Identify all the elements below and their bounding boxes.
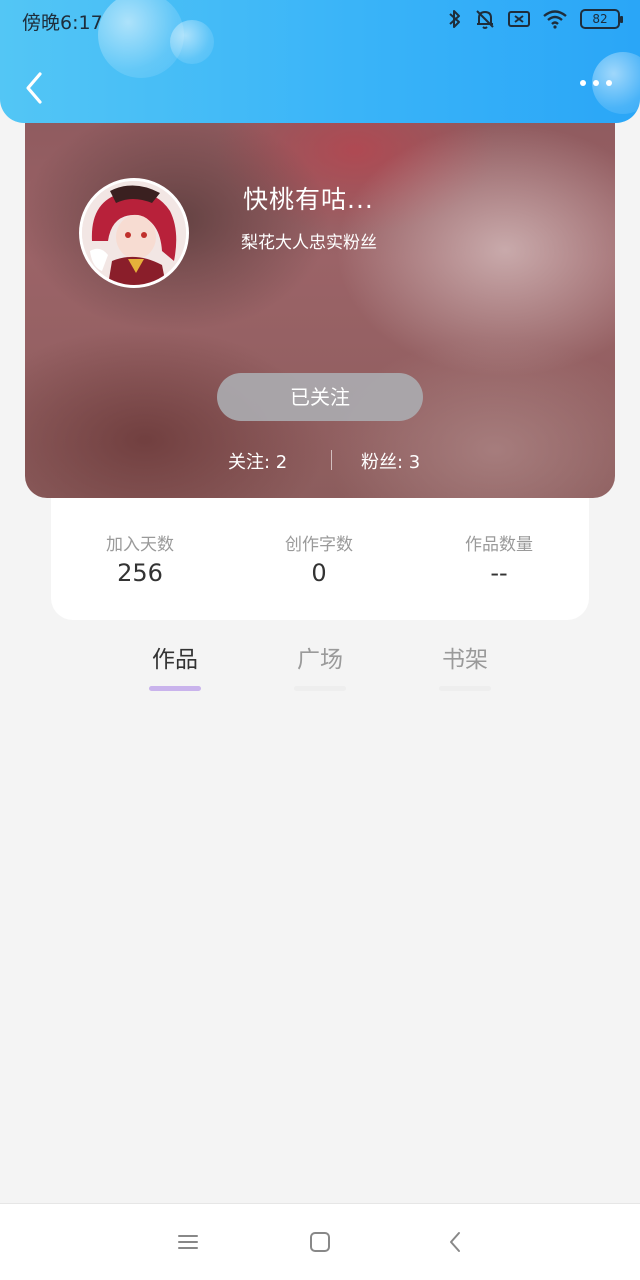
sim-off-icon: [508, 11, 530, 27]
app-header: 傍晚6:17 82: [0, 0, 640, 123]
signature: 梨花大人忠实粉丝: [241, 233, 377, 253]
stat-word-count: 创作字数 0: [244, 530, 394, 587]
more-dots-icon: [606, 80, 612, 86]
stat-label: 作品数量: [465, 535, 533, 555]
battery-level: 82: [592, 12, 608, 26]
stat-label: 加入天数: [106, 535, 174, 555]
wifi-icon: [543, 10, 567, 29]
stat-value: --: [490, 559, 508, 587]
more-button[interactable]: [580, 80, 612, 86]
system-nav-bar: [0, 1203, 640, 1280]
avatar[interactable]: [79, 178, 189, 288]
chevron-left-icon: [26, 72, 42, 104]
stat-value: 0: [311, 559, 327, 587]
tab-indicator: [294, 686, 346, 691]
status-time: 傍晚6:17: [22, 12, 103, 34]
tab-indicator: [439, 686, 491, 691]
status-bar: 傍晚6:17 82: [0, 0, 640, 40]
bluetooth-icon: [449, 10, 460, 28]
stat-label: 创作字数: [285, 535, 353, 555]
menu-icon: [178, 1235, 198, 1249]
back-chevron-icon: [450, 1232, 460, 1252]
stat-value: 256: [117, 559, 163, 587]
nickname: 快桃有咕...: [243, 185, 374, 214]
stats-card: 加入天数 256 创作字数 0 作品数量 --: [51, 498, 589, 620]
avatar-image: [82, 181, 186, 285]
status-icons: 82: [448, 8, 623, 30]
nav-back-button[interactable]: [444, 1230, 468, 1254]
nav-home-button[interactable]: [308, 1230, 332, 1254]
tab-indicator: [149, 686, 201, 691]
stat-works-count: 作品数量 --: [424, 530, 574, 587]
divider: [331, 450, 332, 470]
tab-square[interactable]: 广场: [275, 640, 365, 691]
followed-button[interactable]: 已关注: [217, 373, 423, 421]
home-square-icon: [310, 1232, 330, 1252]
follow-stats: 关注: 2 粉丝: 3: [25, 448, 615, 474]
tab-bookshelf[interactable]: 书架: [420, 640, 510, 691]
bell-muted-icon: [476, 10, 494, 29]
back-button[interactable]: [22, 70, 48, 106]
more-dots-icon: [593, 80, 599, 86]
tab-label: 书架: [442, 647, 488, 673]
tab-label: 作品: [152, 647, 198, 673]
nav-menu-button[interactable]: [176, 1230, 200, 1254]
profile-card: 快桃有咕... 梨花大人忠实粉丝 已关注 关注: 2 粉丝: 3: [25, 100, 615, 498]
following-count[interactable]: 关注: 2: [228, 448, 287, 474]
tab-works[interactable]: 作品: [130, 640, 220, 691]
tab-label: 广场: [297, 647, 343, 673]
fans-count[interactable]: 粉丝: 3: [361, 448, 420, 474]
stat-join-days: 加入天数 256: [65, 530, 215, 587]
battery-icon: 82: [580, 9, 623, 29]
more-dots-icon: [580, 80, 586, 86]
